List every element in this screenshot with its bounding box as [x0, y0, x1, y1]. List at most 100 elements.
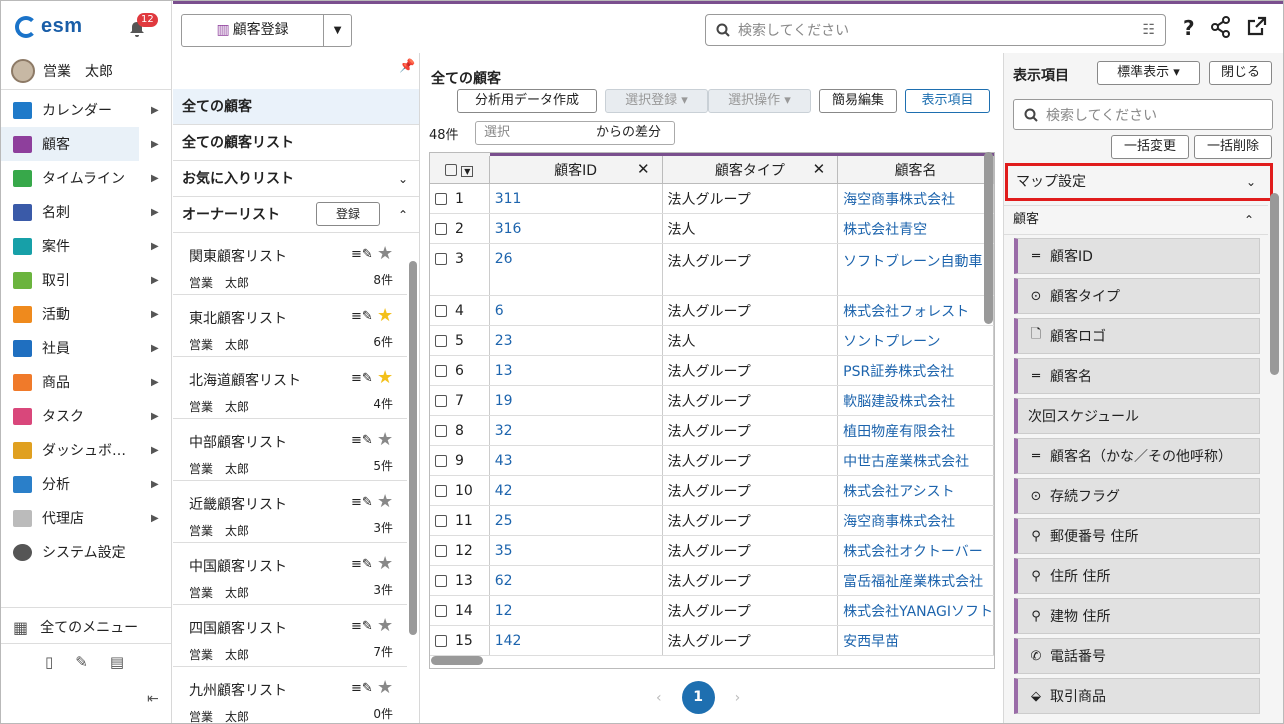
- column-customer-id[interactable]: 顧客ID ✕: [489, 153, 663, 184]
- register-main-button[interactable]: ▥ 顧客登録: [182, 15, 325, 46]
- external-link-icon[interactable]: [1247, 16, 1267, 36]
- field-item[interactable]: ⚲ 郵便番号 住所: [1014, 518, 1260, 554]
- chevron-down-icon[interactable]: ⌄: [1246, 166, 1256, 198]
- field-item[interactable]: ═ 顧客名（かな／その他呼称）: [1014, 438, 1260, 474]
- favorite-star-icon[interactable]: ★: [377, 615, 393, 636]
- customer-id-link[interactable]: 62: [489, 565, 663, 596]
- table-row[interactable]: 7 19 法人グループ 軟脳建設株式会社: [430, 385, 994, 416]
- customer-id-link[interactable]: 316: [489, 213, 663, 244]
- row-select-cell[interactable]: 8: [430, 415, 490, 446]
- customer-name-link[interactable]: 中世古産業株式会社: [837, 445, 994, 476]
- list-item[interactable]: 四国顧客リスト 営業 太郎 7件 ≡✎ ★: [173, 605, 407, 667]
- field-item[interactable]: 🗋 顧客ロゴ: [1014, 318, 1260, 354]
- favorite-star-icon[interactable]: ★: [377, 243, 393, 264]
- help-icon[interactable]: ?: [1183, 16, 1195, 40]
- row-select-cell[interactable]: 14: [430, 595, 490, 626]
- edit-list-icon[interactable]: ≡✎: [351, 681, 373, 696]
- row-select-cell[interactable]: 12: [430, 535, 490, 566]
- all-customer-lists-item[interactable]: 全ての顧客リスト: [173, 125, 419, 161]
- field-item[interactable]: ⊙ 存続フラグ: [1014, 478, 1260, 514]
- sidebar-item-8[interactable]: 商品 ▶: [1, 365, 171, 399]
- customer-id-link[interactable]: 23: [489, 325, 663, 356]
- customer-name-link[interactable]: ソフトブレーン自動車: [837, 243, 994, 296]
- field-item[interactable]: ═ 顧客名: [1014, 358, 1260, 394]
- row-checkbox[interactable]: [435, 634, 447, 647]
- row-select-cell[interactable]: 3: [430, 243, 490, 296]
- customer-name-link[interactable]: 富岳福祉産業株式会社: [837, 565, 994, 596]
- customer-id-link[interactable]: 25: [489, 505, 663, 536]
- table-row[interactable]: 13 62 法人グループ 富岳福祉産業株式会社: [430, 565, 994, 596]
- table-icon[interactable]: ▤: [110, 653, 124, 671]
- sidebar-item-13[interactable]: システム設定: [1, 535, 171, 569]
- customer-name-link[interactable]: 株式会社青空: [837, 213, 994, 244]
- table-row[interactable]: 10 42 法人グループ 株式会社アシスト: [430, 475, 994, 506]
- edit-list-icon[interactable]: ≡✎: [351, 309, 373, 324]
- table-row[interactable]: 9 43 法人グループ 中世古産業株式会社: [430, 445, 994, 476]
- list-item[interactable]: 中国顧客リスト 営業 太郎 3件 ≡✎ ★: [173, 543, 407, 605]
- customer-name-link[interactable]: 株式会社アシスト: [837, 475, 994, 506]
- chevron-down-icon[interactable]: ⌄: [398, 161, 408, 197]
- all-menu-button[interactable]: ▦ 全てのメニュー: [13, 617, 138, 637]
- favorite-star-icon[interactable]: ★: [377, 429, 393, 450]
- customer-id-link[interactable]: 35: [489, 535, 663, 566]
- field-search-input[interactable]: 検索してください: [1013, 99, 1273, 130]
- row-checkbox[interactable]: [435, 484, 447, 497]
- select-all-checkbox[interactable]: [445, 163, 458, 176]
- chevron-up-icon[interactable]: ⌃: [1244, 206, 1254, 234]
- favorite-star-icon[interactable]: ★: [377, 305, 393, 326]
- list-item[interactable]: 近畿顧客リスト 営業 太郎 3件 ≡✎ ★: [173, 481, 407, 543]
- row-checkbox[interactable]: [435, 304, 447, 317]
- table-row[interactable]: 3 26 法人グループ ソフトブレーン自動車: [430, 243, 994, 296]
- field-item[interactable]: ⚲ 建物 住所: [1014, 598, 1260, 634]
- row-checkbox[interactable]: [435, 514, 447, 527]
- select-register-button[interactable]: 選択登録 ▾: [605, 89, 708, 113]
- customer-id-link[interactable]: 12: [489, 595, 663, 626]
- customer-id-link[interactable]: 142: [489, 625, 663, 656]
- chevron-left-icon[interactable]: ‹: [656, 690, 662, 706]
- table-row[interactable]: 5 23 法人 ソントプレーン: [430, 325, 994, 356]
- filter-settings-icon[interactable]: ☷: [1142, 22, 1155, 38]
- table-vertical-scrollbar[interactable]: [984, 152, 993, 324]
- user-profile[interactable]: 営業 太郎: [11, 59, 113, 83]
- customer-name-link[interactable]: 植田物産有限会社: [837, 415, 994, 446]
- quick-edit-button[interactable]: 簡易編集: [819, 89, 897, 113]
- row-select-cell[interactable]: 13: [430, 565, 490, 596]
- customer-name-link[interactable]: 株式会社YANAGIソフト: [837, 595, 994, 626]
- edit-list-icon[interactable]: ≡✎: [351, 371, 373, 386]
- sidebar-item-2[interactable]: タイムライン ▶: [1, 161, 171, 195]
- row-checkbox[interactable]: [435, 544, 447, 557]
- list-item[interactable]: 東北顧客リスト 営業 太郎 6件 ≡✎ ★: [173, 295, 407, 357]
- row-select-cell[interactable]: 15: [430, 625, 490, 656]
- page-button[interactable]: 1: [681, 681, 715, 714]
- field-item[interactable]: ⊙ 顧客タイプ: [1014, 278, 1260, 314]
- select-menu-icon[interactable]: ▼: [461, 165, 474, 177]
- row-checkbox[interactable]: [435, 192, 447, 205]
- sidebar-item-5[interactable]: 取引 ▶: [1, 263, 171, 297]
- row-select-cell[interactable]: 10: [430, 475, 490, 506]
- customer-id-link[interactable]: 19: [489, 385, 663, 416]
- wrench-icon[interactable]: ✎: [75, 653, 88, 671]
- table-row[interactable]: 4 6 法人グループ 株式会社フォレスト: [430, 295, 994, 326]
- chevron-right-icon[interactable]: ›: [735, 690, 741, 706]
- sidebar-item-3[interactable]: 名刺 ▶: [1, 195, 171, 229]
- row-checkbox[interactable]: [435, 424, 447, 437]
- customer-id-link[interactable]: 42: [489, 475, 663, 506]
- panel-scrollbar[interactable]: [1270, 193, 1279, 375]
- bulk-delete-button[interactable]: 一括削除: [1194, 135, 1272, 159]
- customer-register-button[interactable]: ▥ 顧客登録 ▼: [181, 14, 352, 47]
- select-operation-button[interactable]: 選択操作 ▾: [708, 89, 811, 113]
- all-customers-item[interactable]: 全ての顧客: [173, 89, 419, 125]
- field-item[interactable]: ═ 顧客ID: [1014, 238, 1260, 274]
- chevron-up-icon[interactable]: ⌃: [398, 197, 408, 233]
- column-customer-type[interactable]: 顧客タイプ ✕: [662, 153, 839, 184]
- close-icon[interactable]: ✕: [813, 160, 826, 178]
- customer-name-link[interactable]: 軟脳建設株式会社: [837, 385, 994, 416]
- pin-icon[interactable]: 📌: [399, 59, 415, 74]
- sidebar-item-11[interactable]: 分析 ▶: [1, 467, 171, 501]
- customer-name-link[interactable]: 海空商事株式会社: [837, 183, 994, 214]
- customer-name-link[interactable]: 株式会社オクトーバー: [837, 535, 994, 566]
- row-select-cell[interactable]: 9: [430, 445, 490, 476]
- select-all-header[interactable]: ▼: [430, 153, 490, 184]
- favorite-star-icon[interactable]: ★: [377, 491, 393, 512]
- customer-section-header[interactable]: 顧客 ⌃: [1004, 205, 1268, 235]
